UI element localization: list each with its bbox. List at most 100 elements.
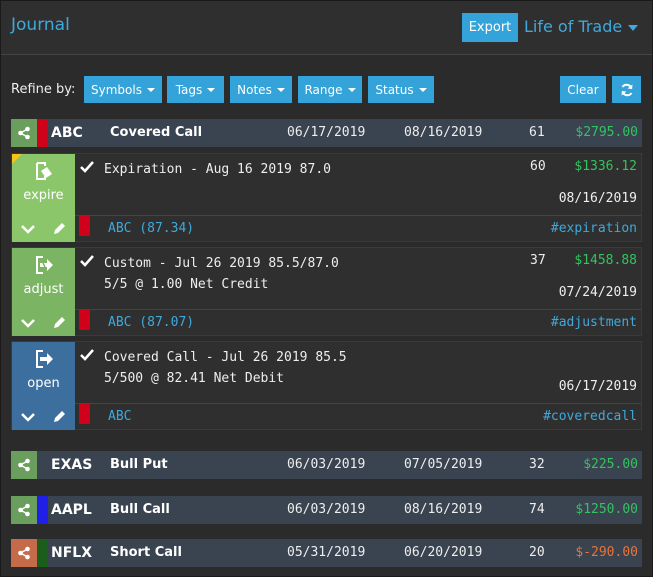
- check-icon: [80, 349, 94, 361]
- entry-title: Expiration - Aug 16 2019 87.0: [104, 162, 331, 177]
- symbol-tag-link[interactable]: ABC (87.34): [108, 221, 194, 236]
- filter-range-button[interactable]: Range: [298, 76, 362, 103]
- symbol-tag-link[interactable]: ABC (87.07): [108, 315, 194, 330]
- entry-description: Expiration - Aug 16 2019 87.0: [104, 159, 331, 180]
- share-button[interactable]: [11, 539, 37, 567]
- filter-symbols-button[interactable]: Symbols: [84, 76, 162, 103]
- hashtag-link[interactable]: #coveredcall: [543, 409, 637, 424]
- chevron-down-icon: [276, 87, 285, 92]
- entry-detail: 5/5 @ 1.00 Net Credit: [104, 277, 269, 292]
- trade-strategy: Bull Put: [110, 457, 168, 472]
- entry-description: Custom - Jul 26 2019 85.5/87.0 5/5 @ 1.0…: [104, 253, 339, 295]
- trade-pl: $225.00: [583, 457, 638, 472]
- journal-entry: adjust Custom - Jul 26 2019 85.5/87.0 5/…: [11, 247, 642, 336]
- refresh-button[interactable]: [612, 76, 641, 103]
- trade-close-date: 06/20/2019: [404, 545, 483, 560]
- refresh-icon: [621, 83, 632, 96]
- trade-symbol[interactable]: ABC: [51, 125, 83, 141]
- trade-row[interactable]: NFLX Short Call 05/31/2019 06/20/2019 20…: [11, 539, 642, 567]
- export-button[interactable]: Export: [462, 13, 518, 42]
- entry-actions: [12, 309, 75, 336]
- entry-tags: ABC #coveredcall: [75, 403, 641, 430]
- entry-tags: ABC (87.07) #adjustment: [75, 309, 641, 336]
- trade-pl: $2795.00: [575, 125, 638, 140]
- chevron-down-icon: [628, 24, 639, 31]
- hashtag-link[interactable]: #expiration: [551, 221, 637, 236]
- trade-strategy: Covered Call: [110, 125, 203, 140]
- clear-button[interactable]: Clear: [560, 76, 606, 103]
- journal-entry: open Covered Call - Jul 26 2019 85.5 5/5…: [11, 341, 642, 430]
- period-dropdown[interactable]: Life of Trade: [524, 17, 639, 36]
- share-button[interactable]: [11, 496, 37, 524]
- entry-pl: $1336.12: [574, 159, 637, 174]
- entry-type-block: adjust: [12, 248, 75, 309]
- entry-type-label: expire: [23, 188, 64, 203]
- trade-days: 20: [529, 545, 545, 560]
- trade-pl: $1250.00: [575, 502, 638, 517]
- color-flag: [79, 216, 90, 236]
- chevron-down-icon: [146, 87, 155, 92]
- share-icon: [18, 126, 30, 140]
- refine-label: Refine by:: [11, 82, 76, 97]
- chevron-down-icon[interactable]: [20, 223, 36, 235]
- filter-notes-button[interactable]: Notes: [230, 76, 292, 103]
- trade-days: 32: [529, 457, 545, 472]
- pencil-icon[interactable]: [51, 315, 67, 331]
- trade-close-date: 08/16/2019: [404, 502, 483, 517]
- filter-label: Symbols: [91, 82, 142, 97]
- chevron-down-icon[interactable]: [20, 317, 36, 329]
- color-flag: [37, 119, 48, 147]
- pencil-icon[interactable]: [51, 409, 67, 425]
- entry-title: Covered Call - Jul 26 2019 85.5: [104, 350, 347, 365]
- period-label: Life of Trade: [524, 17, 623, 36]
- entry-date: 07/24/2019: [558, 285, 637, 300]
- color-flag: [79, 310, 90, 330]
- check-icon: [80, 255, 94, 267]
- filter-status-button[interactable]: Status: [368, 76, 434, 103]
- trade-open-date: 06/03/2019: [287, 457, 366, 472]
- trade-close-date: 07/05/2019: [404, 457, 483, 472]
- trade-symbol[interactable]: NFLX: [51, 545, 92, 561]
- share-icon: [18, 546, 30, 560]
- chevron-down-icon: [347, 87, 356, 92]
- entry-actions: [12, 215, 75, 242]
- filter-label: Notes: [237, 82, 272, 97]
- entry-type-label: open: [27, 376, 60, 391]
- entry-date: 08/16/2019: [558, 191, 637, 206]
- trade-close-date: 08/16/2019: [404, 125, 483, 140]
- entry-days: 37: [530, 253, 546, 268]
- entry-tags: ABC (87.34) #expiration: [75, 215, 641, 242]
- entry-type-block: open: [12, 342, 75, 403]
- journal-header: Journal Export Life of Trade: [1, 1, 652, 55]
- journal-entry: expire Expiration - Aug 16 2019 87.0 60 …: [11, 153, 642, 242]
- pencil-icon[interactable]: [51, 221, 67, 237]
- color-flag: [79, 404, 90, 424]
- color-flag: [37, 496, 48, 524]
- share-button[interactable]: [11, 119, 37, 147]
- trade-row[interactable]: EXAS Bull Put 06/03/2019 07/05/2019 32 $…: [11, 451, 642, 479]
- trade-symbol[interactable]: AAPL: [51, 502, 92, 518]
- trade-days: 74: [529, 502, 545, 517]
- trade-symbol[interactable]: EXAS: [51, 457, 92, 473]
- entry-days: 60: [530, 159, 546, 174]
- hashtag-link[interactable]: #adjustment: [551, 315, 637, 330]
- check-icon: [80, 161, 94, 173]
- filter-tags-button[interactable]: Tags: [167, 76, 224, 103]
- entry-detail: 5/500 @ 82.41 Net Debit: [104, 371, 285, 386]
- symbol-tag-link[interactable]: ABC: [108, 409, 131, 424]
- note-corner-marker: [12, 154, 22, 164]
- trade-open-date: 05/31/2019: [287, 545, 366, 560]
- trade-row[interactable]: AAPL Bull Call 06/03/2019 08/16/2019 74 …: [11, 496, 642, 524]
- open-icon: [35, 350, 53, 368]
- trade-row[interactable]: ABC Covered Call 06/17/2019 08/16/2019 6…: [11, 119, 642, 147]
- share-icon: [18, 503, 30, 517]
- trade-pl: $-290.00: [575, 545, 638, 560]
- trade-strategy: Bull Call: [110, 502, 170, 517]
- color-flag: [37, 539, 48, 567]
- trade-days: 61: [529, 125, 545, 140]
- trade-open-date: 06/17/2019: [287, 125, 366, 140]
- journal-panel: Journal Export Life of Trade Refine by: …: [0, 0, 653, 577]
- entry-description: Covered Call - Jul 26 2019 85.5 5/500 @ …: [104, 347, 347, 389]
- chevron-down-icon[interactable]: [20, 411, 36, 423]
- share-button[interactable]: [11, 451, 37, 479]
